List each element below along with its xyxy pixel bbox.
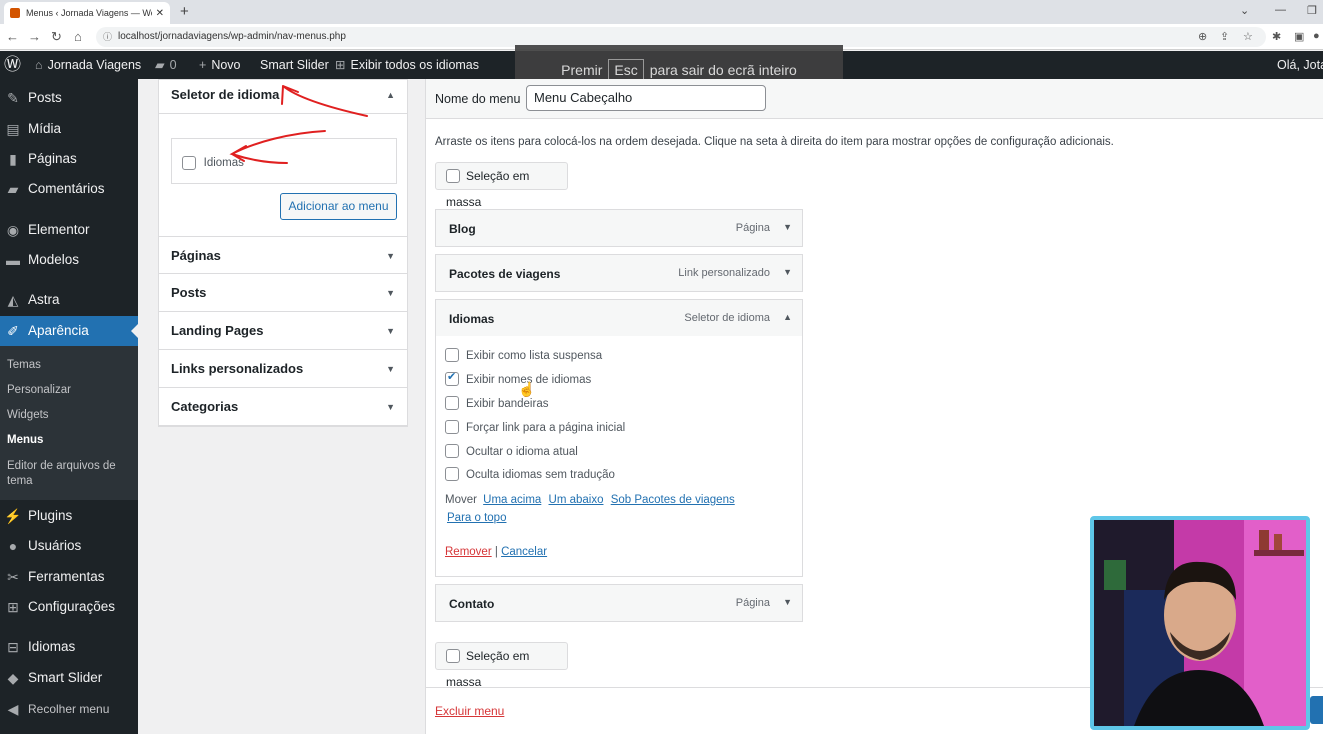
- annotation-arrow-header: [281, 85, 368, 117]
- annotation-arrow-checkbox: [229, 130, 326, 164]
- webcam-overlay: [1090, 516, 1310, 730]
- presenter-video: [1094, 520, 1306, 726]
